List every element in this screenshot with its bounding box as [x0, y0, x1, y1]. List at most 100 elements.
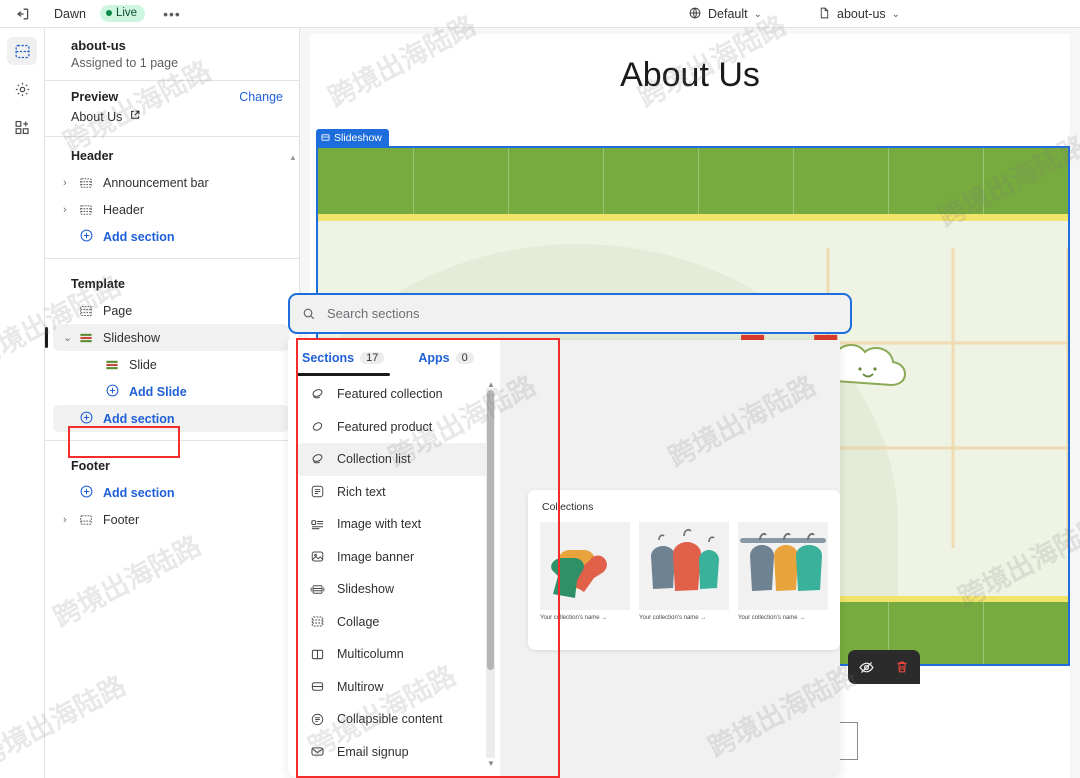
tab-apps[interactable]: Apps 0 [418, 340, 474, 376]
sections-list-panel: Sections 17 Apps 0 Featured collection F… [288, 340, 500, 778]
change-link[interactable]: Change [239, 90, 283, 104]
left-icon-rail [0, 28, 45, 778]
list-item-collapsible-content[interactable]: Collapsible content [296, 703, 492, 736]
page-icon [818, 6, 831, 23]
chevron-right-icon[interactable]: › [63, 177, 67, 189]
sidebar-item-slide[interactable]: Slide [53, 351, 289, 378]
chevron-right-icon[interactable]: › [63, 514, 67, 526]
section-floating-toolbar [848, 650, 920, 684]
plus-circle-icon [79, 410, 94, 428]
add-section-header-button[interactable]: Add section [53, 223, 289, 250]
sidebar-item-page[interactable]: Page [53, 297, 289, 324]
apps-icon[interactable] [7, 113, 37, 141]
list-item-rich-text[interactable]: Rich text [296, 476, 492, 509]
collection-thumb-1 [540, 522, 630, 610]
collage-icon [310, 614, 326, 629]
delete-trash-icon[interactable] [890, 655, 914, 679]
collection-caption: Your collection's name → [639, 615, 707, 621]
add-slide-label: Add Slide [129, 384, 187, 399]
preview-block: Preview Change About Us [45, 81, 299, 136]
preview-value: About Us [71, 109, 123, 124]
scrollbar-thumb[interactable] [487, 390, 494, 670]
sidebar-item-label: Slideshow [103, 330, 160, 345]
sidebar-group-template: Template Page ⌄ Slideshow Slide Add Slid… [45, 265, 299, 447]
page-title: About Us [620, 56, 760, 94]
list-item-label: Collection list [337, 452, 411, 467]
page-section-icon [79, 304, 93, 318]
add-slide-button[interactable]: Add Slide [53, 378, 289, 405]
collection-caption: Your collection's name → [738, 615, 806, 621]
list-item-featured-collection[interactable]: Featured collection [296, 378, 492, 411]
exit-icon[interactable] [8, 3, 36, 25]
tab-apps-label: Apps [418, 351, 450, 365]
scroll-down-arrow[interactable]: ▼ [487, 759, 495, 768]
scroll-up-arrow[interactable]: ▲ [487, 380, 495, 389]
chevron-down-icon: ⌄ [891, 8, 901, 20]
image-banner-icon [310, 549, 326, 564]
preview-value-row[interactable]: About Us [71, 109, 283, 124]
list-item-image-with-text[interactable]: Image with text [296, 508, 492, 541]
list-item-label: Multicolumn [337, 647, 404, 662]
add-section-footer-button[interactable]: Add section [53, 479, 289, 506]
more-options-button[interactable]: ••• [159, 6, 185, 22]
multicolumn-icon [310, 647, 326, 662]
group-title-template: Template [71, 277, 125, 291]
page-label: about-us [837, 7, 886, 21]
tab-apps-count: 0 [455, 352, 474, 364]
collection-thumb-2 [639, 522, 729, 610]
sidebar-item-label: Footer [103, 512, 140, 527]
add-section-template-button[interactable]: Add section [53, 405, 289, 432]
template-header: about-us Assigned to 1 page [45, 28, 299, 80]
list-item-multirow[interactable]: Multirow [296, 671, 492, 704]
announcement-bar-icon [79, 176, 93, 190]
hide-eye-icon[interactable] [854, 655, 878, 679]
list-item-label: Image banner [337, 549, 415, 564]
list-item-email-signup[interactable]: Email signup [296, 736, 492, 769]
preview-collection-card: Your collection's name → [540, 522, 630, 621]
collection-caption: Your collection's name → [540, 615, 608, 621]
sidebar-item-slideshow[interactable]: ⌄ Slideshow [45, 324, 289, 351]
slideshow-icon [310, 582, 326, 597]
tab-sections[interactable]: Sections 17 [302, 340, 385, 376]
search-sections-wrapper[interactable] [288, 293, 852, 334]
section-badge[interactable]: Slideshow [316, 129, 389, 146]
sidebar-item-header[interactable]: › Header [53, 196, 289, 223]
list-item-label: Email signup [337, 744, 409, 759]
list-item-label: Featured product [337, 419, 433, 434]
section-badge-label: Slideshow [334, 131, 382, 144]
list-item-multicolumn[interactable]: Multicolumn [296, 638, 492, 671]
sections-list-scrollbar[interactable]: ▲ ▼ [486, 380, 495, 768]
list-item-collage[interactable]: Collage [296, 606, 492, 639]
external-link-icon[interactable] [129, 109, 141, 124]
slide-color-icon [105, 358, 119, 372]
dropdown-tabs: Sections 17 Apps 0 [288, 340, 500, 376]
chevron-down-icon[interactable]: ⌄ [63, 331, 72, 344]
sidebar-item-announcement-bar[interactable]: › Announcement bar [53, 169, 289, 196]
image-with-text-icon [310, 517, 326, 532]
slideshow-color-icon [79, 331, 93, 345]
list-item-label: Rich text [337, 484, 386, 499]
scroll-up-arrow[interactable]: ▲ [289, 153, 297, 162]
list-item-image-banner[interactable]: Image banner [296, 541, 492, 574]
chevron-right-icon[interactable]: › [63, 204, 67, 216]
product-tag-icon [310, 419, 326, 434]
list-item-featured-product[interactable]: Featured product [296, 411, 492, 444]
divider [45, 258, 299, 259]
sections-icon[interactable] [7, 37, 37, 65]
status-label: Live [115, 6, 138, 19]
chevron-down-icon: ⌄ [753, 8, 762, 20]
template-name: about-us [71, 38, 126, 53]
page-selector[interactable]: about-us ⌄ [810, 4, 908, 25]
sidebar-item-footer[interactable]: › Footer [53, 506, 289, 533]
list-item-label: Featured collection [337, 387, 443, 402]
market-selector[interactable]: Default ⌄ [680, 4, 770, 25]
theme-name[interactable]: Dawn [54, 7, 86, 21]
footer-icon [79, 513, 93, 527]
settings-gear-icon[interactable] [7, 75, 37, 103]
list-item-slideshow[interactable]: Slideshow [296, 573, 492, 606]
search-input[interactable] [325, 295, 838, 332]
list-item-collection-list[interactable]: Collection list [296, 443, 492, 476]
list-item-label: Collapsible content [337, 712, 443, 727]
grass-edge-strip [318, 214, 1068, 221]
group-title-footer: Footer [71, 459, 110, 473]
